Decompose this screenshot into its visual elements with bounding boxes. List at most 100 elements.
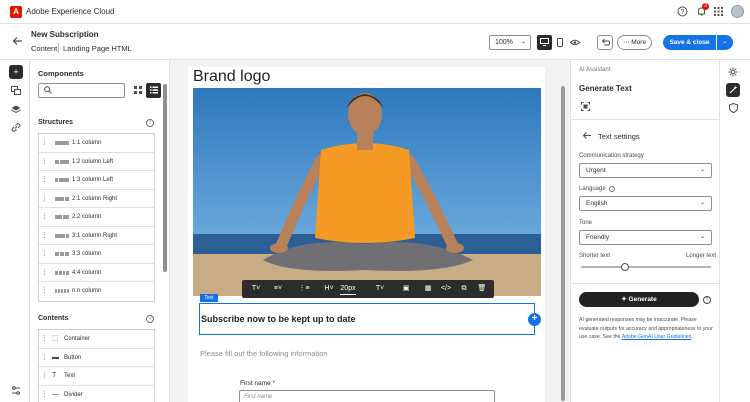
generate-button[interactable]: ✦ Generate: [579, 292, 699, 307]
heading-icon[interactable]: H˅: [322, 283, 336, 295]
structure-label: 3:1 column Right: [72, 232, 118, 239]
content-item[interactable]: ⡇ T Text: [39, 367, 154, 386]
duplicate-icon[interactable]: ⧉: [458, 283, 470, 295]
undo-button[interactable]: [597, 35, 613, 50]
back-arrow-icon[interactable]: [12, 36, 23, 49]
drag-handle-icon[interactable]: ⡇: [43, 349, 47, 367]
code-icon[interactable]: </>: [440, 283, 452, 295]
language-info-icon[interactable]: i: [609, 186, 616, 192]
drag-handle-icon[interactable]: ⡇: [43, 386, 47, 402]
structure-label: 4:4 column: [72, 269, 102, 276]
column-layout-icon: [55, 178, 69, 182]
breadcrumb-content[interactable]: Content: [31, 44, 57, 53]
drag-handle-icon[interactable]: ⡇: [43, 245, 47, 263]
tone-select[interactable]: Friendly ⌄: [579, 230, 712, 245]
generate-text-title: Generate Text: [579, 84, 632, 93]
ai-assistant-icon[interactable]: [726, 83, 740, 97]
structure-item[interactable]: ⡇ 2:1 column Right: [39, 190, 154, 208]
settings-back-arrow-icon[interactable]: [582, 131, 592, 142]
genai-guidelines-link[interactable]: Adobe GenAI User Guidelines: [622, 334, 692, 340]
drag-handle-icon[interactable]: ⡇: [43, 330, 47, 348]
font-size-value[interactable]: 20px: [340, 283, 356, 295]
drag-handle-icon[interactable]: ⡇: [43, 134, 47, 152]
column-layout-icon: [55, 233, 69, 238]
structure-item[interactable]: ⡇ 2:2 column: [39, 208, 154, 227]
drag-handle-icon[interactable]: ⡇: [43, 190, 47, 208]
settings-sliders-icon[interactable]: [9, 384, 23, 398]
structure-item[interactable]: ⡇ 1:1 column: [39, 134, 154, 153]
structures-list: ⡇ 1:1 column ⡇ 1:2 column Left ⡇ 1:3 column L…: [38, 133, 155, 302]
structures-info-icon[interactable]: i: [146, 119, 154, 127]
desktop-view-icon[interactable]: [537, 35, 552, 50]
structure-item[interactable]: ⡇ 3:1 column Right: [39, 227, 154, 245]
drag-handle-icon[interactable]: ⡇: [43, 227, 47, 245]
assets-icon[interactable]: [9, 84, 23, 98]
column-layout-icon: [55, 196, 69, 201]
content-item[interactable]: ⡇ ▬ Button: [39, 349, 154, 367]
strategy-select[interactable]: Urgent ⌄: [579, 163, 712, 178]
text-align-icon[interactable]: ≡˅: [270, 283, 286, 295]
personalize-icon[interactable]: ▩: [422, 283, 434, 295]
contents-info-icon[interactable]: i: [146, 315, 154, 323]
chevron-down-icon: ⌄: [699, 234, 705, 240]
first-name-input[interactable]: First name: [239, 390, 495, 402]
insert-image-icon[interactable]: ▣: [398, 283, 414, 295]
generate-help-icon[interactable]: ?: [703, 296, 711, 304]
list-view-icon[interactable]: [146, 83, 161, 98]
adobe-logo-icon[interactable]: A: [10, 6, 22, 18]
language-select[interactable]: English ⌄: [579, 196, 712, 211]
component-search-input[interactable]: [38, 83, 125, 98]
preview-eye-icon[interactable]: [567, 35, 582, 50]
structure-item[interactable]: ⡇ 3:3 column: [39, 245, 154, 264]
user-avatar[interactable]: [731, 5, 744, 18]
components-scroll-thumb[interactable]: [163, 84, 167, 272]
drag-handle-icon[interactable]: ⡇: [43, 208, 47, 226]
text-style-icon[interactable]: T˅: [248, 283, 264, 295]
layers-icon[interactable]: [9, 103, 23, 117]
canvas-scroll-thumb[interactable]: [561, 86, 565, 401]
breadcrumb-landing-page[interactable]: Landing Page HTML: [63, 44, 132, 53]
drag-handle-icon[interactable]: ⡇: [43, 264, 47, 282]
accessibility-shield-icon[interactable]: [726, 101, 740, 115]
structure-item[interactable]: ⡇ 1:3 column Left: [39, 171, 154, 190]
length-slider-track[interactable]: [581, 266, 711, 268]
structure-item[interactable]: ⡇ 4:4 column: [39, 264, 154, 282]
column-layout-icon: [55, 252, 69, 256]
structures-title: Structures: [38, 119, 74, 126]
save-options-chevron-icon[interactable]: ⌄: [717, 35, 733, 50]
drag-handle-icon[interactable]: ⡇: [43, 153, 47, 171]
drag-handle-icon[interactable]: ⡇: [43, 171, 47, 189]
frame-select-icon[interactable]: [581, 102, 590, 113]
grid-view-icon[interactable]: [130, 83, 145, 98]
hero-image[interactable]: [193, 88, 541, 296]
settings-icon[interactable]: [726, 65, 740, 79]
help-icon[interactable]: ?: [676, 6, 688, 18]
content-label: Text: [64, 373, 76, 379]
add-component-plus-icon[interactable]: +: [528, 313, 541, 326]
drag-handle-icon[interactable]: ⡇: [43, 367, 47, 385]
form-intro-text[interactable]: Please fill out the following informatio…: [200, 349, 328, 358]
delete-trash-icon[interactable]: 🗑: [476, 283, 488, 295]
mobile-view-icon[interactable]: [552, 35, 567, 50]
text-color-icon[interactable]: T˅: [372, 283, 388, 295]
more-button[interactable]: ⋯ More: [617, 35, 652, 50]
content-item[interactable]: ⡇ ⬚ Container: [39, 330, 154, 349]
components-title: Components: [38, 69, 84, 78]
selected-component-tag: Text: [200, 294, 218, 302]
structure-item[interactable]: ⡇ n:n column: [39, 282, 154, 301]
save-close-button[interactable]: Save & close: [663, 35, 716, 50]
add-components-icon[interactable]: +: [9, 65, 23, 79]
content-item[interactable]: ⡇ — Divider: [39, 386, 154, 402]
structure-label: 2:1 column Right: [72, 195, 118, 202]
app-title: Adobe Experience Cloud: [26, 7, 115, 16]
list-format-icon[interactable]: ⋮≡: [296, 283, 312, 295]
strategy-value: Urgent: [586, 167, 606, 174]
brand-logo-text[interactable]: Brand logo: [193, 68, 270, 86]
structure-item[interactable]: ⡇ 1:2 column Left: [39, 153, 154, 171]
drag-handle-icon[interactable]: ⡇: [43, 282, 47, 300]
content-label: Container: [64, 336, 91, 342]
headline-text[interactable]: Subscribe now to be kept up to date: [201, 314, 356, 324]
link-icon[interactable]: [9, 121, 23, 135]
apps-grid-icon[interactable]: [712, 6, 724, 18]
zoom-select[interactable]: 100% ⌄: [489, 35, 531, 50]
